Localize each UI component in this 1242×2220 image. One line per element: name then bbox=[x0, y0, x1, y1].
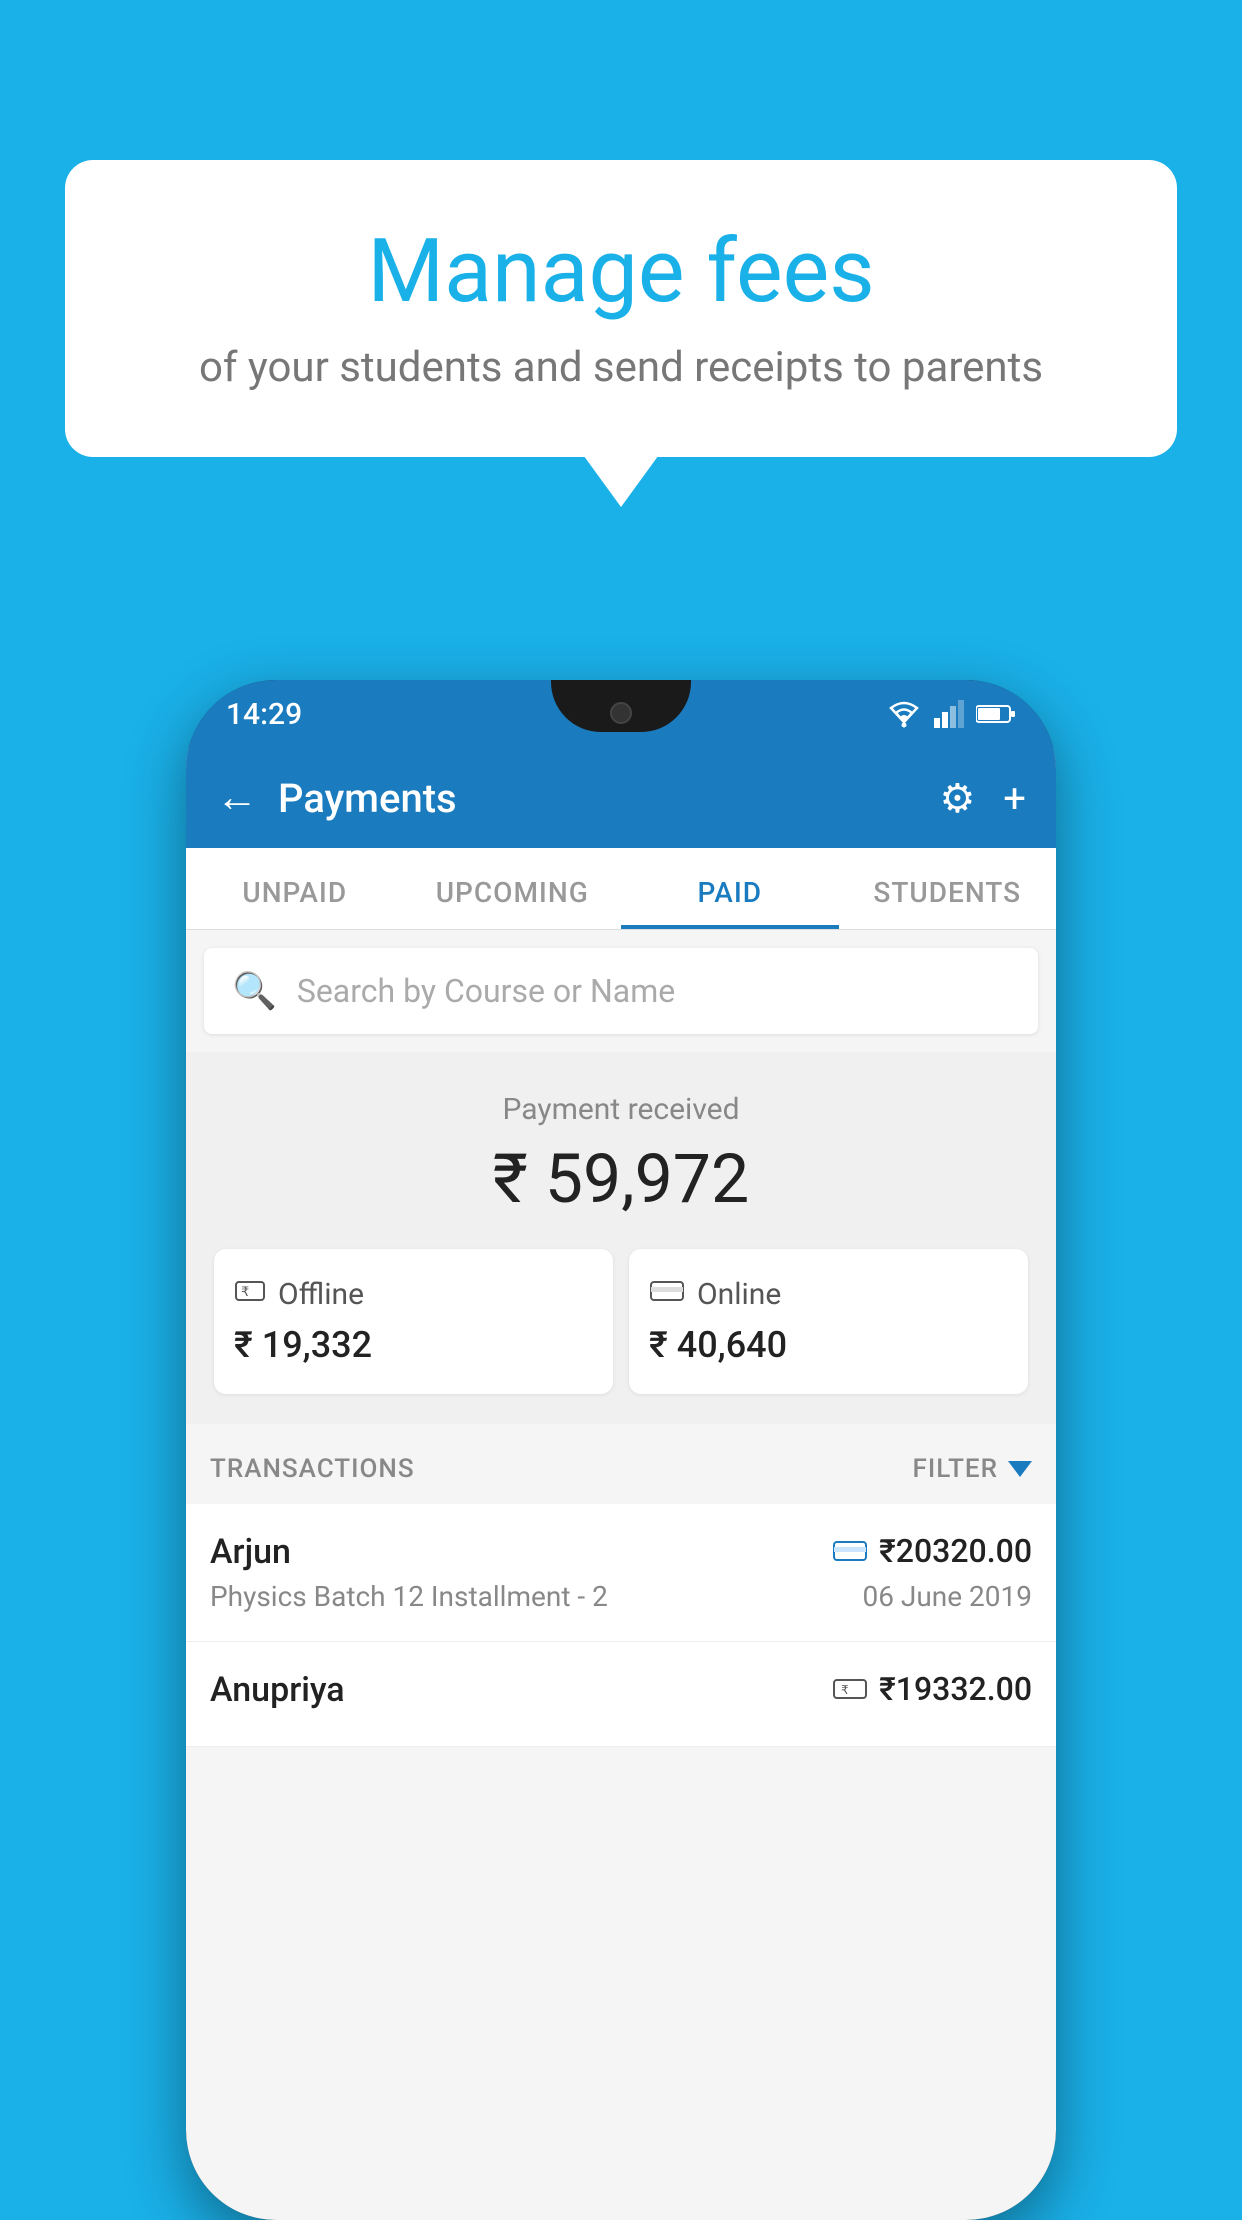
offline-amount: ₹ 19,332 bbox=[234, 1324, 593, 1366]
search-icon: 🔍 bbox=[232, 970, 277, 1012]
payment-summary: Payment received ₹ 59,972 ₹ Offline bbox=[186, 1052, 1056, 1424]
battery-icon bbox=[976, 703, 1016, 725]
svg-text:₹: ₹ bbox=[241, 1284, 249, 1299]
app-bar-title: Payments bbox=[278, 775, 919, 822]
filter-label: FILTER bbox=[913, 1454, 998, 1484]
tab-paid[interactable]: PAID bbox=[621, 848, 839, 929]
payment-received-label: Payment received bbox=[206, 1092, 1036, 1127]
transaction-course: Physics Batch 12 Installment - 2 bbox=[210, 1580, 608, 1613]
tabs-bar: UNPAID UPCOMING PAID STUDENTS bbox=[186, 848, 1056, 930]
transaction-amount: ₹19332.00 bbox=[879, 1670, 1032, 1708]
svg-text:₹: ₹ bbox=[841, 1683, 849, 1697]
offline-payment-card: ₹ Offline ₹ 19,332 bbox=[214, 1249, 613, 1394]
wifi-icon bbox=[886, 700, 922, 728]
signal-icon bbox=[934, 700, 964, 728]
transaction-bottom: Physics Batch 12 Installment - 2 06 June… bbox=[210, 1580, 1032, 1613]
offline-label: Offline bbox=[278, 1277, 364, 1312]
phone-device: 14:29 bbox=[186, 680, 1056, 2220]
payment-cards: ₹ Offline ₹ 19,332 bbox=[214, 1249, 1028, 1394]
transaction-top: Arjun ₹20320.00 bbox=[210, 1532, 1032, 1572]
settings-icon[interactable]: ⚙ bbox=[939, 775, 975, 822]
online-icon bbox=[649, 1277, 685, 1312]
transaction-name: Anupriya bbox=[210, 1670, 345, 1710]
tab-upcoming[interactable]: UPCOMING bbox=[404, 848, 622, 929]
tab-unpaid[interactable]: UNPAID bbox=[186, 848, 404, 929]
app-content: ← Payments ⚙ + UNPAID UPCOMING PAID STUD… bbox=[186, 748, 1056, 2220]
online-card-header: Online bbox=[649, 1277, 1008, 1312]
speech-bubble: Manage fees of your students and send re… bbox=[65, 160, 1177, 457]
filter-icon bbox=[1008, 1461, 1032, 1477]
transaction-row[interactable]: Anupriya ₹ ₹19332.00 bbox=[186, 1642, 1056, 1747]
online-payment-card: Online ₹ 40,640 bbox=[629, 1249, 1028, 1394]
online-amount: ₹ 40,640 bbox=[649, 1324, 1008, 1366]
transaction-amount: ₹20320.00 bbox=[879, 1532, 1032, 1570]
offline-icon: ₹ bbox=[234, 1277, 266, 1312]
bubble-subtitle: of your students and send receipts to pa… bbox=[115, 343, 1127, 392]
transaction-name: Arjun bbox=[210, 1532, 291, 1572]
status-time: 14:29 bbox=[226, 697, 302, 732]
transactions-label: TRANSACTIONS bbox=[210, 1454, 415, 1484]
payment-total-amount: ₹ 59,972 bbox=[206, 1139, 1036, 1219]
online-label: Online bbox=[697, 1277, 781, 1312]
add-icon[interactable]: + bbox=[1003, 775, 1026, 822]
notch-camera bbox=[610, 702, 632, 724]
back-button[interactable]: ← bbox=[216, 777, 258, 819]
app-bar-actions: ⚙ + bbox=[939, 775, 1026, 822]
search-bar[interactable]: 🔍 Search by Course or Name bbox=[204, 948, 1038, 1034]
search-placeholder: Search by Course or Name bbox=[297, 972, 675, 1010]
transaction-amount-wrap: ₹ ₹19332.00 bbox=[833, 1670, 1032, 1708]
bubble-title: Manage fees bbox=[115, 220, 1127, 323]
transaction-amount-wrap: ₹20320.00 bbox=[833, 1532, 1032, 1570]
filter-button[interactable]: FILTER bbox=[913, 1454, 1032, 1484]
offline-card-header: ₹ Offline bbox=[234, 1277, 593, 1312]
transaction-type-icon: ₹ bbox=[833, 1676, 867, 1702]
transaction-date: 06 June 2019 bbox=[862, 1580, 1032, 1613]
transaction-type-icon bbox=[833, 1538, 867, 1564]
status-icons bbox=[886, 700, 1016, 728]
transactions-header: TRANSACTIONS FILTER bbox=[186, 1424, 1056, 1504]
transaction-row[interactable]: Arjun ₹20320.00 Physics Batch 12 Install… bbox=[186, 1504, 1056, 1642]
transaction-top: Anupriya ₹ ₹19332.00 bbox=[210, 1670, 1032, 1710]
app-bar: ← Payments ⚙ + bbox=[186, 748, 1056, 848]
tab-students[interactable]: STUDENTS bbox=[839, 848, 1057, 929]
